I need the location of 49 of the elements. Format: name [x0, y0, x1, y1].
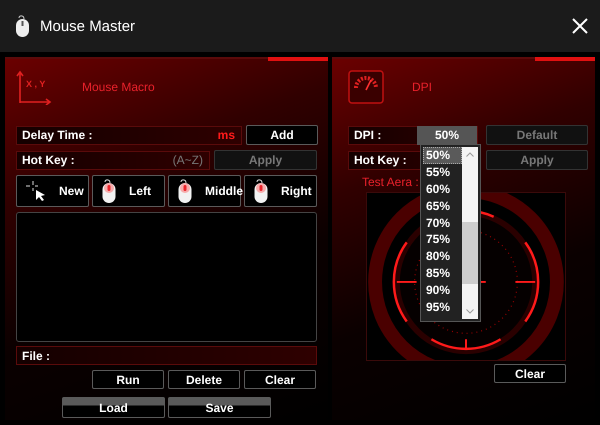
hot-key-field[interactable]: Hot Key : (A~Z) [16, 150, 210, 170]
mouse-icon [101, 178, 117, 204]
mouse-icon [177, 178, 193, 204]
action-button[interactable]: Run [92, 370, 164, 389]
dropdown-option[interactable]: 85% [423, 265, 462, 282]
dpi-select[interactable]: DPI : 50% [348, 126, 478, 144]
dropdown-option[interactable]: 90% [423, 282, 462, 300]
dpi-value: 50% [417, 126, 477, 144]
crosshair-cursor-icon [25, 180, 47, 202]
dropdown-option[interactable]: 75% [423, 231, 462, 248]
window-title: Mouse Master [40, 18, 136, 34]
dropdown-option[interactable]: 60% [423, 180, 462, 198]
scrollbar[interactable] [462, 147, 478, 319]
field-label: Hot Key : [354, 153, 407, 167]
mouse-icon [253, 178, 269, 204]
clear-button[interactable]: Clear [494, 364, 566, 383]
xy-axis-icon [16, 69, 52, 105]
field-label: DPI : [354, 128, 382, 142]
axis-label: X , Y [26, 79, 46, 89]
unit-label: ms [218, 128, 235, 142]
mouse-button[interactable]: Middle [168, 175, 241, 207]
dropdown-option[interactable]: 95% [423, 299, 462, 316]
mouse-button[interactable]: Left [92, 175, 165, 207]
dropdown-option[interactable]: 50% [423, 147, 462, 164]
add-button[interactable]: Add [246, 125, 318, 145]
macro-list[interactable] [16, 212, 317, 342]
gauge-icon [348, 70, 384, 104]
file-field[interactable]: File : [16, 346, 317, 365]
dropdown-option[interactable]: 80% [423, 248, 462, 266]
panel-title: DPI [412, 80, 432, 94]
field-label: Hot Key : [22, 153, 75, 167]
action-button[interactable]: Delete [168, 370, 240, 389]
new-button[interactable]: New [16, 175, 89, 207]
file-button[interactable]: Save [168, 397, 271, 418]
scroll-down-icon[interactable] [466, 309, 474, 314]
field-label: Delay Time : [22, 128, 92, 142]
panel-title: Mouse Macro [82, 80, 155, 94]
delay-time-field[interactable]: Delay Time : ms [16, 126, 242, 144]
dropdown-option[interactable]: 70% [423, 214, 462, 232]
file-button[interactable]: Load [62, 397, 165, 418]
mouse-button[interactable]: Right [244, 175, 317, 207]
close-icon[interactable] [572, 18, 588, 34]
field-label: File : [22, 348, 50, 362]
scroll-up-icon[interactable] [466, 152, 474, 157]
hint-label: (A~Z) [172, 153, 203, 167]
mouse-icon [14, 14, 32, 38]
test-area-label: Test Aera : [362, 175, 420, 189]
dropdown-option[interactable]: 65% [423, 198, 462, 215]
action-button[interactable]: Clear [244, 370, 316, 389]
